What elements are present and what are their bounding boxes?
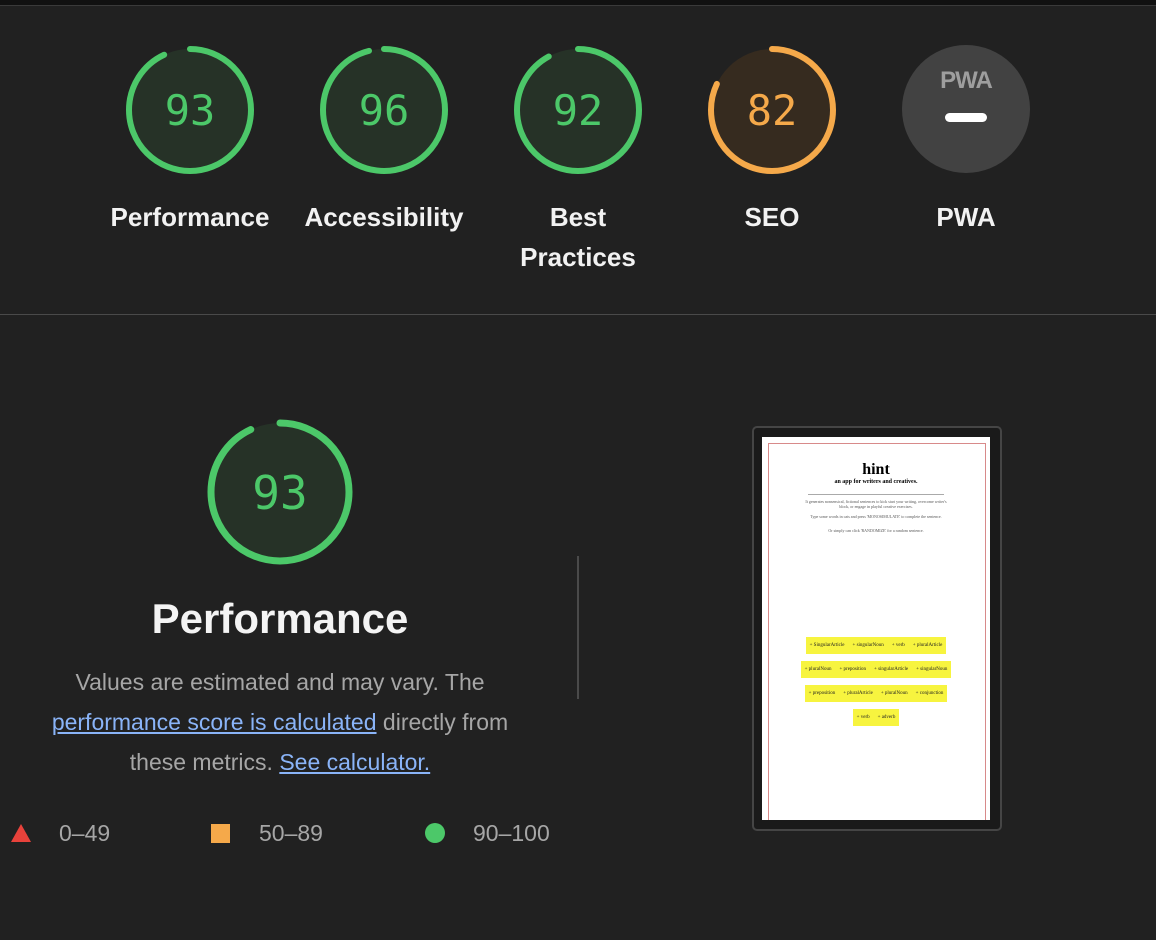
gauge-seo[interactable]: 82 SEO [682,45,862,237]
thumbnail-tag: + verb [887,637,909,654]
thumbnail-tag: + verb [852,709,874,726]
thumbnail-tag: + singularNoun [848,637,888,654]
thumbnail-tag: + preposition [804,685,840,702]
desc-text-2: directly from [382,709,509,735]
gauge-ring: 92 [514,46,642,174]
section-divider [0,314,1156,315]
gauge-pwa[interactable]: PWA PWA [876,45,1056,237]
vertical-divider [577,556,579,699]
performance-big-gauge: 93 [207,419,353,570]
gauge-best-practices[interactable]: 92 Best Practices [488,45,668,277]
desc-text-3: these metrics. [129,749,273,775]
legend-fail-label: 0–49 [59,819,111,846]
thumbnail-tag: + adverb [873,709,900,726]
gauge-label: Best Practices [488,197,668,277]
gauge-score: 96 [359,86,410,135]
gauge-ring: 93 [126,46,254,174]
desc-text-1: Values are estimated and may vary. The [75,669,485,695]
score-calculated-link[interactable]: performance score is calculated [52,709,377,735]
thumbnail-tag: + singularArticle [870,661,913,678]
big-gauge-ring: 93 [207,419,353,565]
thumbnail-paragraph: Type some words in cats and press 'MONOS… [810,514,942,519]
thumbnail-rule [808,494,944,495]
gauge-label: PWA [936,202,996,232]
thumbnail-tag-row: + verb + adverb [762,709,990,726]
legend-average: 50–89 [211,816,323,850]
thumbnail-tag-row: + pluralNoun + preposition + singularArt… [762,661,990,678]
thumbnail-paragraph: It generates nonsensical, fictional sent… [805,499,947,509]
gauge-score: 82 [747,86,798,135]
thumbnail-title: hint [862,461,890,478]
gauge-performance[interactable]: 93 Performance [100,45,280,237]
performance-description: Values are estimated and may vary. The p… [20,662,540,782]
thumbnail-tag-row: + preposition + pluralArticle + pluralNo… [762,685,990,702]
thumbnail-tag: + preposition [835,661,871,678]
pwa-icon: PWA [940,67,993,94]
gauge-label: Accessibility [304,202,464,232]
legend-average-label: 50–89 [259,819,323,846]
thumbnail-tag: + singularNoun [912,661,952,678]
thumbnail-word-tags: + SingularArticle + singularNoun + verb … [762,637,990,733]
gauge-label: Performance [110,202,270,232]
legend-fail: 0–49 [11,816,110,850]
thumbnail-tag: + pluralNoun [876,685,912,702]
thumbnail-tag: + conjunction [911,685,948,702]
pass-circle-icon [425,823,445,843]
legend-pass: 90–100 [425,816,550,850]
average-square-icon [211,823,230,843]
gauge-label: SEO [744,202,800,232]
top-border [0,0,1156,6]
thumbnail-tag-row: + SingularArticle + singularNoun + verb … [762,637,990,654]
fail-triangle-icon [11,824,31,842]
legend-pass-label: 90–100 [473,819,550,846]
thumbnail-tag: + pluralArticle [839,685,877,702]
gauge-label-line1: Best [549,202,607,232]
final-screenshot-thumbnail[interactable]: hint an app for writers and creatives. I… [752,426,1002,831]
thumbnail-page: hint an app for writers and creatives. I… [762,437,990,820]
see-calculator-link[interactable]: See calculator. [279,749,430,775]
gauge-ring: 96 [320,46,448,174]
gauge-ring: 82 [708,46,836,174]
gauge-score: 93 [165,86,216,135]
thumbnail-tag: + SingularArticle [805,637,849,654]
thumbnail-paragraph: Or simply can click 'RANDOMIZE' for a ra… [828,528,924,533]
thumbnail-tag: + pluralArticle [908,637,947,654]
thumbnail-tag: + pluralNoun [800,661,836,678]
gauge-accessibility[interactable]: 96 Accessibility [294,45,474,237]
performance-title: Performance [151,595,409,642]
thumbnail-subtitle: an app for writers and creatives. [834,479,918,485]
gauge-score: 92 [553,86,604,135]
pwa-dash-icon [945,113,987,122]
pwa-badge: PWA [902,45,1030,173]
gauge-label-line2: Practices [520,242,636,272]
big-gauge-score: 93 [252,466,307,520]
